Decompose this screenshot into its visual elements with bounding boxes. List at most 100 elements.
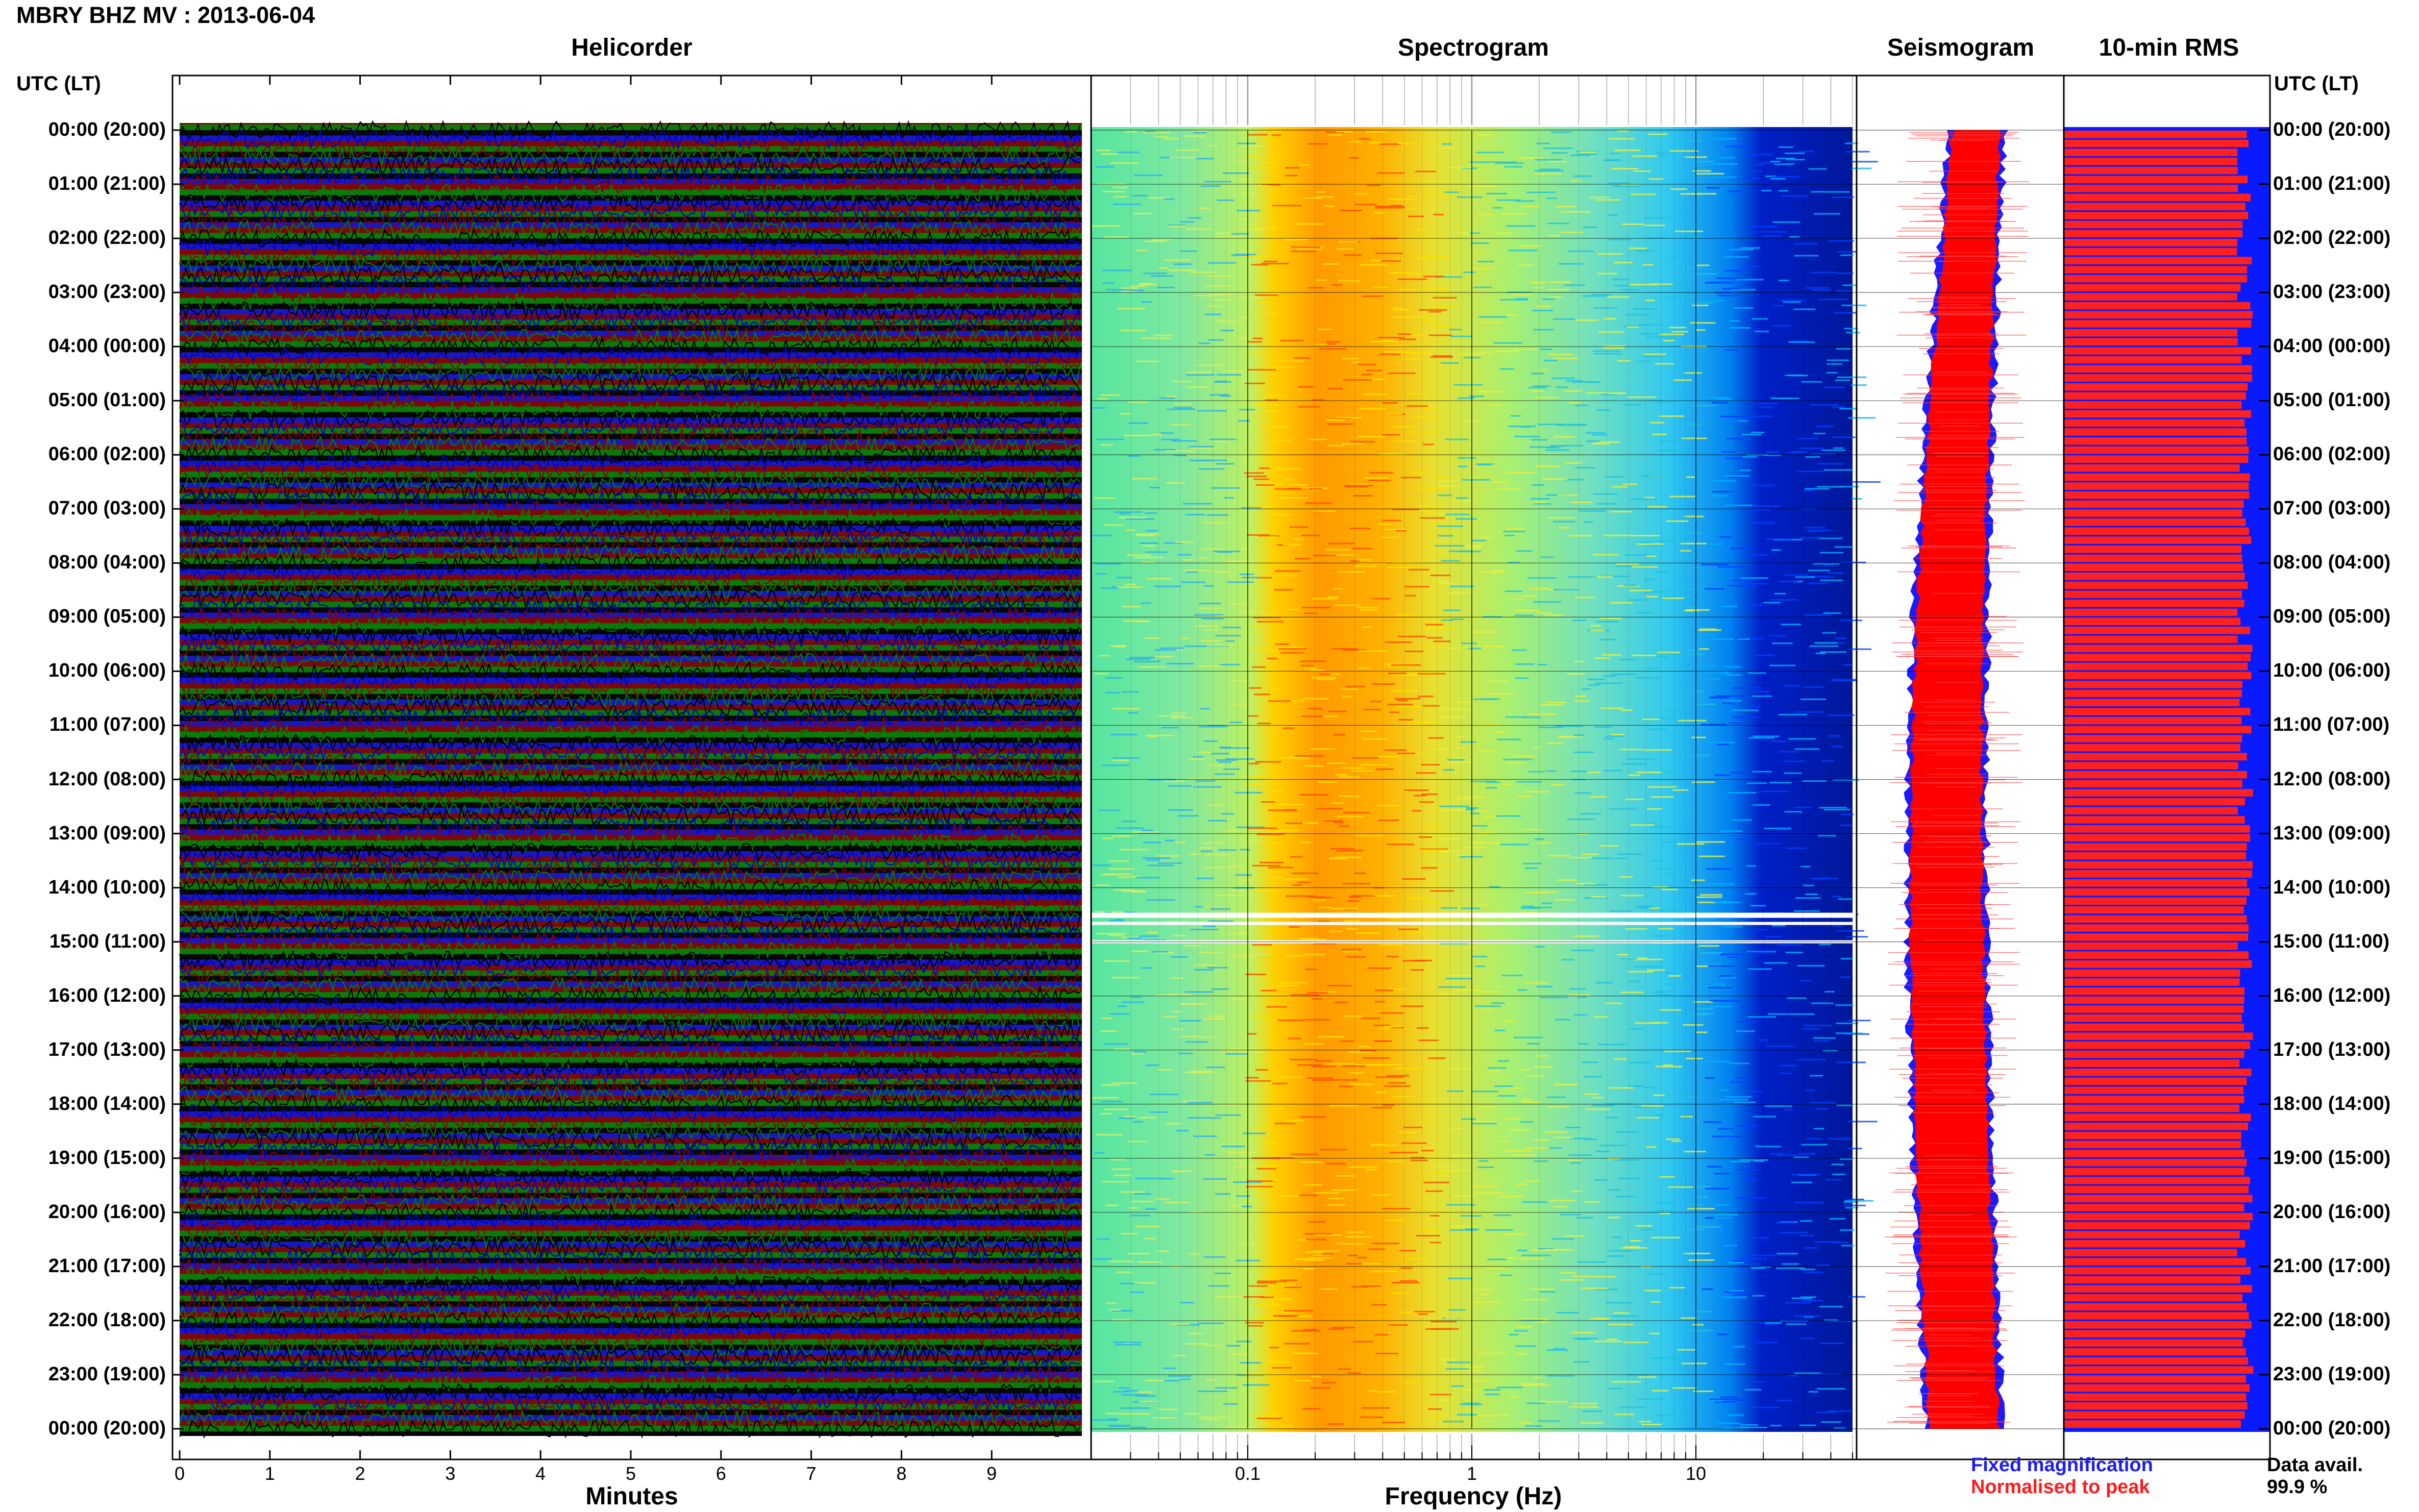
spectrogram-speckle: [1817, 486, 1844, 488]
spectrogram-speckle: [1750, 905, 1766, 907]
spectrogram-speckle: [1840, 813, 1854, 815]
spectrogram-speckle: [1602, 347, 1624, 349]
spectrogram-speckle: [1103, 960, 1130, 962]
spectrogram-speckle: [1765, 538, 1793, 540]
spectrogram-speckle: [1651, 796, 1674, 798]
spectrogram-speckle: [1545, 614, 1563, 616]
spectrogram-speckle: [1211, 753, 1230, 755]
spectrogram-speckle: [1239, 574, 1254, 575]
spectrogram-speckle: [1736, 1197, 1765, 1199]
spectrogram-speckle: [1696, 1008, 1713, 1010]
spectrogram-speckle: [1758, 231, 1787, 233]
spectrogram-speckle: [1305, 1238, 1327, 1241]
spectrogram-speckle: [1309, 488, 1322, 490]
spectrogram-speckle: [1388, 413, 1402, 415]
spectrogram-speckle: [1574, 700, 1590, 702]
spectrogram-speckle: [1303, 765, 1324, 767]
spectrogram-speckle: [1328, 542, 1355, 544]
rms-bar: [2064, 635, 2238, 643]
spectrogram-speckle: [1779, 1072, 1792, 1074]
spectrogram-speckle: [1301, 534, 1320, 536]
spectrogram-speckle: [1122, 821, 1137, 823]
spectrogram-speckle: [1259, 185, 1269, 187]
spectrogram-speckle: [1610, 602, 1633, 604]
spectrogram-speckle: [1661, 888, 1678, 890]
spectrogram-speckle: [1357, 650, 1387, 652]
spectrogram-speckle: [1711, 402, 1729, 404]
spectrogram-speckle: [1446, 647, 1469, 649]
rms-bar: [2064, 220, 2243, 229]
spectrogram-speckle: [1505, 1118, 1521, 1120]
spectrogram-speckle: [1837, 376, 1867, 378]
rms-bar: [2064, 699, 2240, 707]
spectrogram-speckle: [1215, 1387, 1238, 1389]
spectrogram-speckle: [1307, 438, 1327, 440]
spectrogram-speckle: [1262, 161, 1275, 163]
spectrogram-speckle: [1385, 1220, 1405, 1222]
spectrogram-speckle: [1145, 1064, 1159, 1066]
spectrogram-speckle: [1816, 1265, 1830, 1266]
spectrogram-speckle: [1113, 757, 1140, 759]
rms-bar: [2064, 996, 2244, 1004]
spectrogram-speckle: [1837, 1104, 1854, 1106]
spectrogram-speckle: [1171, 956, 1188, 958]
spectrogram-speckle: [1421, 1150, 1434, 1152]
rms-bar: [2064, 708, 2251, 715]
spectrogram-speckle: [1367, 479, 1391, 481]
spectrogram-speckle: [1239, 317, 1251, 319]
spectrogram-speckle: [1360, 609, 1378, 611]
spectrogram-speckle: [1199, 468, 1225, 470]
rms-bar: [2064, 365, 2252, 373]
spectrogram-speckle: [1668, 1287, 1685, 1288]
spectrogram-speckle: [1094, 1152, 1104, 1154]
spectrogram-speckle: [1525, 867, 1538, 869]
spectrogram-speckle: [1215, 1272, 1231, 1274]
spectrogram-speckle: [1348, 1072, 1365, 1074]
spectrogram-speckle: [1810, 1075, 1823, 1077]
spectrogram-speckle: [1446, 1090, 1464, 1092]
spectrogram-speckle: [1446, 1204, 1475, 1206]
spectrogram-speckle: [1734, 1101, 1756, 1103]
spectrogram-speckle: [1284, 1343, 1310, 1345]
spectrogram-speckle: [1520, 245, 1541, 247]
spectrogram-speckle: [1387, 844, 1414, 846]
spectrogram-speckle: [1785, 374, 1804, 376]
spectrogram-speckle: [1105, 691, 1120, 693]
spectrogram-speckle: [1209, 438, 1237, 440]
spectrogram-speckle: [1547, 742, 1564, 745]
spectrogram-speckle: [1094, 563, 1121, 565]
spectrogram-speckle: [1303, 1184, 1323, 1186]
spectrogram-speckle: [1658, 994, 1673, 996]
spectrogram-speckle: [1718, 1089, 1729, 1092]
rms-bar: [2064, 1312, 2249, 1320]
spectrogram-speckle: [1718, 1128, 1734, 1130]
spectrogram-speckle: [1146, 734, 1174, 736]
rms-bar: [2064, 166, 2238, 175]
spectrogram-speckle: [1649, 907, 1660, 909]
spectrogram-speckle: [1826, 371, 1838, 374]
spectrogram-speckle: [1304, 969, 1317, 971]
rms-bar: [2064, 1330, 2245, 1338]
spectrogram-speckle: [1551, 784, 1565, 786]
spectrogram-speckle: [1607, 159, 1619, 161]
spectrogram-speckle: [1753, 735, 1780, 737]
spectrogram-speckle: [1608, 1189, 1621, 1191]
spectrogram-speckle: [1682, 877, 1695, 879]
spectrogram-speckle: [1669, 1356, 1684, 1358]
helicorder-panel: 0123456789: [175, 76, 1082, 1484]
spectrogram-speckle: [1535, 946, 1545, 948]
spectrogram-speckle: [1852, 167, 1872, 169]
spectrogram-speckle: [1561, 959, 1574, 961]
spectrogram-speckle: [1416, 487, 1446, 489]
spectrogram-speckle: [1388, 673, 1406, 675]
spectrogram-speckle: [1507, 472, 1535, 474]
spectrogram-speckle: [1237, 210, 1261, 212]
spectrogram-speckle: [1655, 363, 1674, 365]
spectrogram-speckle: [1769, 782, 1792, 784]
spectrogram-speckle: [1597, 1044, 1627, 1046]
spectrogram-speckle: [1397, 706, 1424, 708]
spectrogram-speckle: [1708, 965, 1734, 967]
spectrogram-speckle: [1812, 614, 1831, 616]
spectrogram-speckle: [1168, 785, 1192, 787]
spectrogram-speckle: [1765, 451, 1780, 453]
